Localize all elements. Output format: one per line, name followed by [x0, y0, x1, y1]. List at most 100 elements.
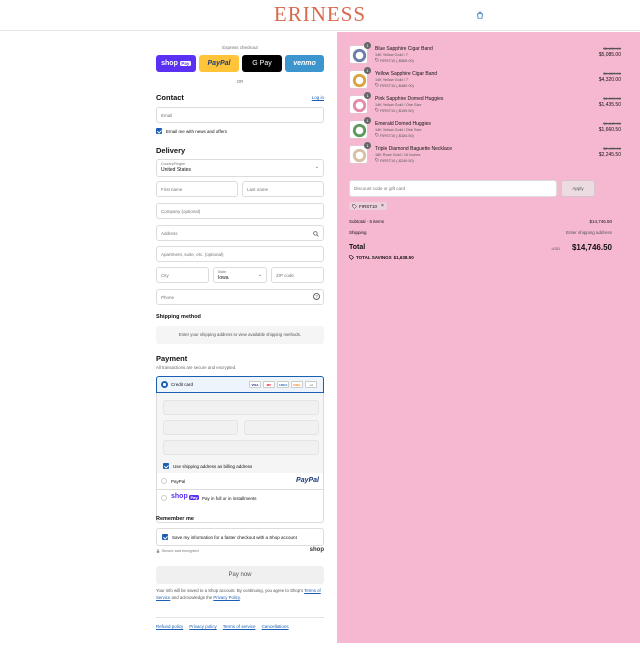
credit-card-option[interactable]: Credit card VISA MC AMEX DISC +4: [156, 376, 324, 393]
tag-icon: [375, 133, 379, 137]
state-select[interactable]: State Iowa ⌄: [213, 267, 267, 283]
footer-link[interactable]: Refund policy: [156, 624, 183, 629]
google-pay-button[interactable]: G Pay: [242, 55, 282, 72]
total-label: Total: [349, 244, 366, 251]
apply-discount-button[interactable]: Apply: [561, 180, 595, 197]
save-info-label: Save my information for a faster checkou…: [172, 534, 297, 540]
express-checkout-label: Express checkout: [222, 45, 258, 50]
quantity-badge: 1: [364, 42, 371, 49]
remove-discount-icon[interactable]: ×: [381, 203, 384, 209]
tag-icon: [349, 255, 354, 260]
privacy-link[interactable]: Privacy Policy: [213, 595, 239, 600]
quantity-badge: 1: [364, 117, 371, 124]
quantity-badge: 1: [364, 67, 371, 74]
phone-field[interactable]: Phone ?: [156, 289, 324, 305]
card-security-code-field[interactable]: [244, 420, 319, 435]
credit-card-radio[interactable]: [161, 381, 168, 388]
company-field[interactable]: Company (optional): [156, 203, 324, 219]
cart-item: 1 Yellow Sapphire Cigar Band 14K Yellow Go…: [349, 67, 639, 94]
paypal-radio[interactable]: [161, 478, 167, 484]
shopping-bag-icon[interactable]: [476, 11, 484, 19]
lock-icon: [156, 549, 160, 553]
discount-code-label: FIRST10: [359, 203, 378, 209]
card-expiry-field[interactable]: [163, 420, 238, 435]
shipping-method-title: Shipping method: [156, 314, 201, 320]
subtotal-label: Subtotal · 5 items: [349, 219, 385, 224]
save-info-box: Save my information for a faster checkou…: [156, 528, 324, 546]
email-field[interactable]: Email: [156, 107, 324, 123]
card-name-field[interactable]: [163, 440, 319, 455]
discount-input[interactable]: Discount code or gift card: [349, 180, 557, 197]
item-discount: FIRST10 (-$249.50): [375, 158, 414, 163]
product-name: Blue Sapphire Cigar Band: [375, 46, 433, 52]
country-select[interactable]: Country/Region United States ⌄: [156, 159, 324, 177]
first-name-field[interactable]: First name: [156, 181, 238, 197]
item-discount: FIRST10 (-$480.00): [375, 83, 414, 88]
shipping-method-notice: Enter your shipping address to view avai…: [156, 326, 324, 344]
order-summary: 1 Blue Sapphire Cigar Band 14K Yellow Gold…: [337, 32, 640, 643]
item-discount: FIRST10 (-$159.50): [375, 108, 414, 113]
savings-value: $1,638.50: [393, 255, 414, 260]
billing-same-checkbox[interactable]: [163, 463, 169, 469]
footer-link[interactable]: Cancellations: [262, 624, 289, 629]
apartment-field[interactable]: Apartment, suite, etc. (optional): [156, 246, 324, 262]
item-price: $1,435.50: [598, 102, 621, 108]
shop-pay-radio[interactable]: [161, 495, 167, 501]
cart-item: 1 Pink Sapphire Domed Huggies 14K Yellow G…: [349, 92, 639, 119]
help-icon[interactable]: ?: [313, 293, 320, 300]
total-value: $14,746.50: [571, 243, 612, 252]
card-brand-icons: VISA MC AMEX DISC +4: [249, 381, 317, 388]
city-field[interactable]: City: [156, 267, 209, 283]
paypal-option[interactable]: PayPal PayPal: [157, 473, 323, 490]
venmo-button[interactable]: venmo: [285, 55, 324, 72]
subtotal-value: $14,746.50: [589, 219, 612, 224]
product-variant: 14K Yellow Gold / 7: [375, 53, 408, 57]
card-brand-icon: MC: [263, 381, 275, 388]
original-price: $1,845.00: [603, 121, 621, 126]
product-variant: 18K Rose Gold / 16 Inches: [375, 153, 421, 157]
tag-icon: [375, 83, 379, 87]
shop-brand-logo: shop: [309, 547, 324, 553]
newsletter-label: Email me with news and offers: [166, 128, 227, 134]
currency-label: USD: [551, 246, 560, 251]
save-info-checkbox[interactable]: [162, 534, 168, 540]
pay-now-button[interactable]: Pay now: [156, 566, 324, 584]
shop-pay-logo: shop: [171, 493, 188, 500]
paypal-button[interactable]: PayPal: [199, 55, 239, 72]
discount-placeholder: Discount code or gift card: [354, 186, 406, 191]
quantity-badge: 1: [364, 92, 371, 99]
discount-chip: FIRST10 ×: [349, 202, 387, 210]
zip-field[interactable]: ZIP code: [271, 267, 324, 283]
newsletter-checkbox[interactable]: [156, 128, 162, 134]
chevron-down-icon: ⌄: [314, 164, 319, 170]
product-name: Pink Sapphire Domed Huggies: [375, 96, 444, 102]
shop-pay-button[interactable]: shop Pay: [156, 55, 196, 72]
footer-link[interactable]: Privacy policy: [189, 624, 217, 629]
product-name: Emerald Domed Huggies: [375, 121, 431, 127]
card-brand-icon: VISA: [249, 381, 261, 388]
card-number-field[interactable]: [163, 400, 319, 415]
tag-icon: [375, 158, 379, 162]
brand-logo[interactable]: ERINESS: [0, 2, 640, 27]
shop-pay-option[interactable]: shop Pay Pay in full or in installments: [157, 490, 323, 506]
item-price: $2,245.50: [598, 152, 621, 158]
product-name: Triple Diamond Baguette Necklace: [375, 146, 453, 152]
shop-pay-text: Pay in full or in installments: [202, 496, 257, 501]
legal-text: Your info will be saved to a Shop accoun…: [156, 588, 321, 600]
footer-divider: [156, 617, 324, 618]
paypal-logo: PayPal: [296, 477, 319, 484]
quantity-badge: 1: [364, 142, 371, 149]
address-field[interactable]: Address: [156, 225, 324, 241]
payment-subtitle: All transactions are secure and encrypte…: [156, 365, 237, 370]
product-variant: 14K Yellow Gold / One Size: [375, 128, 422, 132]
footer-link[interactable]: Terms of service: [223, 624, 256, 629]
last-name-field[interactable]: Last name: [242, 181, 324, 197]
original-price: $5,650.00: [603, 46, 621, 51]
login-link[interactable]: Log in: [312, 95, 324, 100]
payment-title: Payment: [156, 354, 188, 363]
item-price: $4,320.00: [598, 77, 621, 83]
paypal-label: PayPal: [171, 479, 186, 484]
original-price: $4,800.00: [603, 71, 621, 76]
card-details-panel: Use shipping address as billing address: [156, 393, 324, 473]
search-icon: [313, 231, 319, 237]
